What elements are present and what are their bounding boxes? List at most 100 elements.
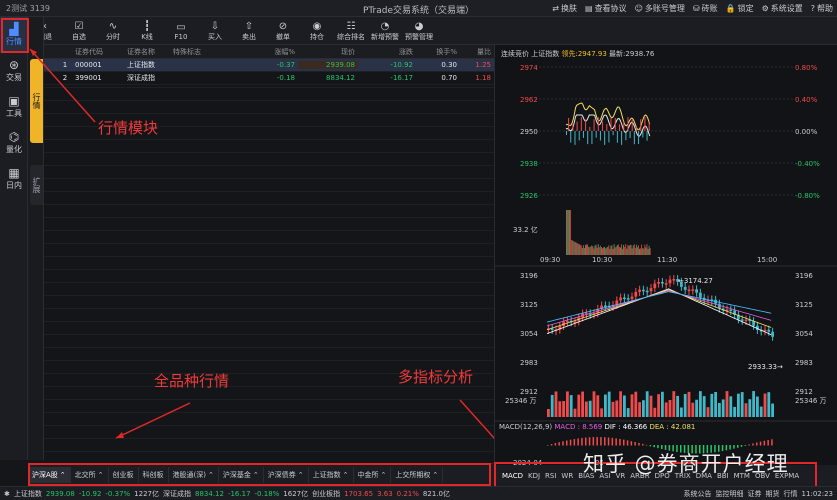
macd-bar	[646, 445, 648, 446]
kline-volume-bar	[638, 402, 641, 417]
volume-bar	[618, 244, 619, 255]
status-pct: 0.21%	[397, 490, 419, 498]
kline-volume-bar	[718, 403, 721, 417]
candle-body	[672, 279, 675, 281]
volume-bar	[642, 248, 643, 255]
status-value: 2939.08	[46, 490, 75, 498]
macd-bar	[619, 439, 621, 446]
chart-canvas[interactable]: 2974 0.80% 2962 0.40% 2950 0.00% 2938 -0.40% 292…	[495, 45, 837, 486]
kline-volume-bar	[767, 392, 770, 417]
volume-bar	[632, 248, 633, 255]
pin-icon[interactable]: ✱	[4, 490, 10, 498]
kline-y-tick-left: 3054	[520, 330, 538, 338]
status-link[interactable]: 系统公告	[684, 489, 712, 499]
kline-volume-bar	[661, 392, 664, 417]
kline-volume-bar	[623, 395, 626, 417]
volume-bar	[640, 248, 641, 255]
intraday-bar	[583, 131, 584, 138]
macd-bar	[600, 437, 602, 445]
status-chg: 3.63	[377, 490, 393, 498]
volume-bar	[586, 244, 587, 255]
intraday-bar	[617, 131, 618, 143]
volume-bar	[574, 242, 575, 255]
volume-bar	[626, 249, 627, 255]
kline-volume-bar	[669, 400, 672, 417]
volume-bar	[611, 246, 612, 255]
macd-bar	[581, 438, 583, 446]
annotation-arrow-1	[30, 49, 95, 122]
volume-bar	[581, 245, 582, 255]
intraday-bar	[632, 120, 633, 131]
volume-bar	[627, 245, 628, 255]
volume-bar	[644, 245, 645, 255]
kline-volume-bar	[665, 402, 668, 417]
y-axis-tick-pct: 0.00%	[795, 128, 818, 136]
macd-bar	[547, 445, 549, 446]
volume-bar	[597, 248, 598, 255]
time-axis-tick: 15:00	[757, 256, 777, 264]
volume-bar	[601, 247, 602, 255]
volume-bar	[616, 247, 617, 255]
volume-bar	[593, 246, 594, 255]
candle-body	[665, 283, 668, 285]
candle-body	[771, 332, 774, 337]
kline-volume-bar	[691, 403, 694, 417]
candle-body	[695, 289, 698, 292]
status-label: 创业板指	[312, 489, 340, 499]
candle-body	[729, 310, 732, 312]
macd-bar	[608, 437, 610, 445]
kline-volume-bar	[619, 391, 622, 417]
kline-volume-bar	[699, 391, 702, 417]
macd-bar	[585, 438, 587, 446]
candle-body	[650, 288, 653, 291]
watermark: 知乎 @券商开户经理	[583, 448, 789, 478]
intraday-bar	[647, 131, 648, 141]
time-axis-tick: 11:30	[657, 256, 677, 264]
volume-bar	[583, 245, 584, 255]
kline-y-tick-left: 2912	[520, 388, 538, 396]
intraday-bar	[604, 131, 605, 145]
volume-bar	[641, 245, 642, 255]
intraday-bar	[642, 131, 643, 138]
rail-highlight-box	[2, 19, 28, 52]
status-link[interactable]: 行情	[784, 489, 798, 499]
y-axis-tick: 2950	[520, 128, 538, 136]
candle-body	[684, 287, 687, 290]
volume-bar	[582, 248, 583, 255]
intraday-bar	[577, 122, 578, 131]
average-line	[566, 103, 650, 130]
intraday-bar	[579, 131, 580, 140]
candle-body	[631, 297, 634, 300]
intraday-bar	[589, 127, 590, 131]
intraday-bar	[636, 127, 637, 131]
volume-bar	[612, 245, 613, 255]
status-link[interactable]: 监控明细	[716, 489, 744, 499]
macd-bar	[767, 440, 769, 446]
time-axis-tick: 09:30	[540, 256, 560, 264]
volume-bar	[566, 210, 567, 255]
macd-bar	[741, 445, 743, 447]
status-value: 1703.65	[344, 490, 373, 498]
status-link[interactable]: 期货	[766, 489, 780, 499]
kline-volume-bar	[707, 407, 710, 417]
intraday-bar	[570, 131, 571, 143]
status-chg: -10.92	[79, 490, 102, 498]
intraday-bar	[630, 131, 631, 138]
volume-bar	[638, 245, 639, 255]
volume-bar	[649, 246, 650, 255]
status-link[interactable]: 证券	[748, 489, 762, 499]
kline-volume-bar	[726, 391, 729, 417]
kline-volume-bar	[752, 391, 755, 417]
intraday-bar	[568, 118, 569, 131]
kline-volume-bar	[680, 407, 683, 417]
volume-bar	[646, 247, 647, 255]
volume-bar	[573, 241, 574, 255]
volume-bar	[621, 244, 622, 255]
volume-bar	[579, 244, 580, 255]
kline-volume-bar	[729, 396, 732, 417]
kline-y-tick-left: 3196	[520, 272, 538, 280]
macd-bar	[756, 443, 758, 446]
status-vol: 1627亿	[283, 489, 308, 499]
price-line	[566, 115, 650, 136]
intraday-bar	[585, 119, 586, 131]
